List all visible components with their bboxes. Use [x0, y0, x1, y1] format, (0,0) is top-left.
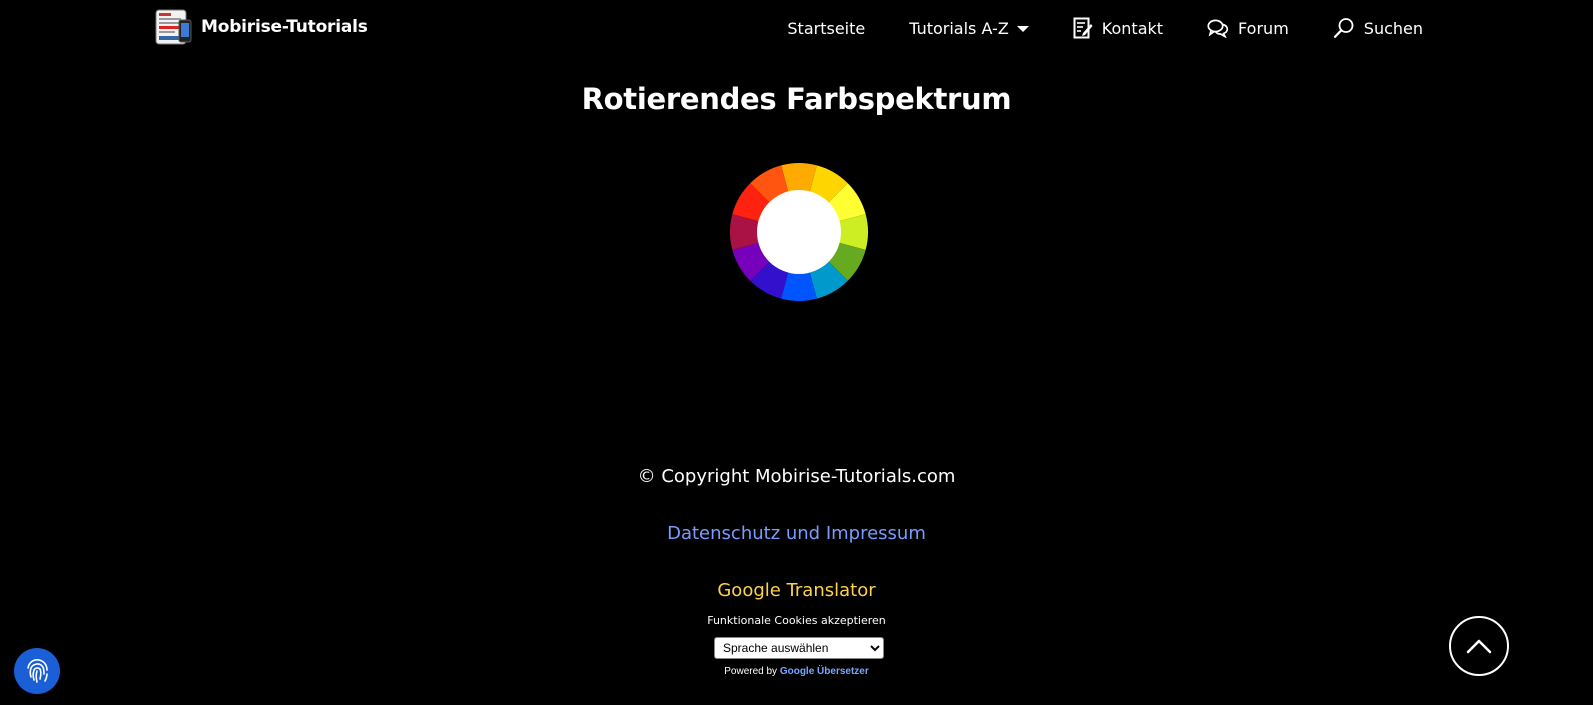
wheel-center: [757, 190, 841, 274]
language-select-wrap: Sprache auswählen: [714, 637, 884, 659]
chevron-up-icon: [1466, 639, 1492, 654]
cookie-settings-button[interactable]: [14, 648, 60, 694]
nav-item-label: Forum: [1238, 18, 1289, 38]
powered-by-text: Powered by: [724, 666, 778, 677]
translator-title: Google Translator: [717, 580, 876, 601]
copyright-text: © Copyright Mobirise-Tutorials.com: [637, 466, 956, 487]
nav-item-suchen[interactable]: Suchen: [1333, 14, 1423, 42]
brand-name: Mobirise-Tutorials: [201, 17, 368, 37]
nav-item-tutorials[interactable]: Tutorials A-Z: [909, 14, 1029, 42]
nav-item-kontakt[interactable]: Kontakt: [1073, 14, 1163, 42]
chat-bubbles-icon: [1207, 19, 1229, 38]
nav-item-label: Startseite: [787, 18, 866, 38]
cookies-label: Funktionale Cookies akzeptieren: [707, 614, 886, 627]
chevron-down-icon: [1016, 26, 1029, 32]
color-spectrum-wheel: [730, 163, 868, 301]
nav-item-forum[interactable]: Forum: [1207, 14, 1289, 42]
navbar: Mobirise-Tutorials Startseite Tutorials …: [0, 0, 1593, 54]
fingerprint-icon: [27, 659, 48, 683]
edit-note-icon: [1073, 17, 1093, 39]
brand-logo-icon: [155, 8, 193, 46]
nav-menu: Startseite Tutorials A-Z Kontakt Forum S…: [743, 14, 1423, 42]
page-title: Rotierendes Farbspektrum: [581, 82, 1012, 116]
search-icon: [1333, 18, 1354, 38]
nav-item-startseite[interactable]: Startseite: [787, 14, 865, 42]
brand-link[interactable]: Mobirise-Tutorials: [155, 8, 368, 46]
privacy-link-row: Datenschutz und Impressum: [0, 523, 1593, 544]
google-translate-link[interactable]: Google Übersetzer: [780, 666, 869, 677]
page: Mobirise-Tutorials Startseite Tutorials …: [0, 0, 1593, 705]
nav-item-label: Tutorials A-Z: [909, 18, 1009, 38]
privacy-link[interactable]: Datenschutz und Impressum: [667, 523, 926, 544]
language-select[interactable]: Sprache auswählen: [714, 637, 884, 659]
scroll-to-top-button[interactable]: [1449, 616, 1509, 676]
nav-item-label: Suchen: [1363, 18, 1423, 38]
powered-by-line: Powered by Google Übersetzer: [0, 666, 1593, 677]
nav-item-label: Kontakt: [1101, 18, 1164, 38]
